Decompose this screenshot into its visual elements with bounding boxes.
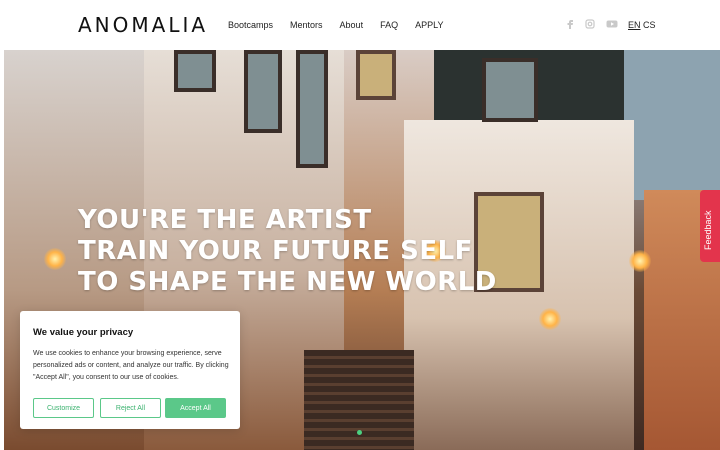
cookie-title: We value your privacy — [33, 327, 134, 338]
nav-bootcamps[interactable]: Bootcamps — [228, 20, 273, 30]
nav-mentors[interactable]: Mentors — [290, 20, 323, 30]
main-nav: Bootcamps Mentors About FAQ APPLY — [228, 20, 460, 30]
reject-all-button[interactable]: Reject All — [100, 398, 161, 418]
customize-button[interactable]: Customize — [33, 398, 94, 418]
headline-line: TO SHAPE THE NEW WORLD — [78, 267, 497, 297]
stairs — [304, 350, 414, 450]
window — [296, 50, 328, 168]
window — [356, 50, 396, 100]
nav-faq[interactable]: FAQ — [380, 20, 398, 30]
street-lamp — [44, 248, 66, 270]
site-header: ANOMALIA Bootcamps Mentors About FAQ APP… — [0, 0, 720, 50]
cookie-text: We use cookies to enhance your browsing … — [33, 350, 229, 381]
street-lamp — [539, 308, 561, 330]
slider-dot[interactable] — [357, 430, 362, 435]
nav-about[interactable]: About — [340, 20, 364, 30]
youtube-icon[interactable] — [606, 19, 618, 29]
hero-headline: YOU'RE THE ARTIST TRAIN YOUR FUTURE SELF… — [78, 205, 497, 298]
lang-cs[interactable]: CS — [643, 20, 656, 30]
window — [244, 50, 282, 133]
headline-line: YOU'RE THE ARTIST — [78, 205, 372, 235]
window — [482, 58, 538, 122]
feedback-tab[interactable]: Feedback — [700, 190, 720, 262]
logo[interactable]: ANOMALIA — [78, 13, 208, 37]
facebook-icon[interactable] — [565, 19, 575, 29]
street-lamp — [629, 250, 651, 272]
feedback-label: Feedback — [703, 210, 713, 250]
nav-apply[interactable]: APPLY — [415, 20, 443, 30]
cookie-banner: We value your privacy We use cookies to … — [20, 311, 240, 429]
sky — [622, 50, 720, 200]
window — [174, 50, 216, 92]
headline-line: TRAIN YOUR FUTURE SELF — [78, 236, 473, 266]
accept-all-button[interactable]: Accept All — [165, 398, 226, 418]
lang-en[interactable]: EN — [628, 20, 641, 30]
instagram-icon[interactable] — [585, 19, 595, 29]
